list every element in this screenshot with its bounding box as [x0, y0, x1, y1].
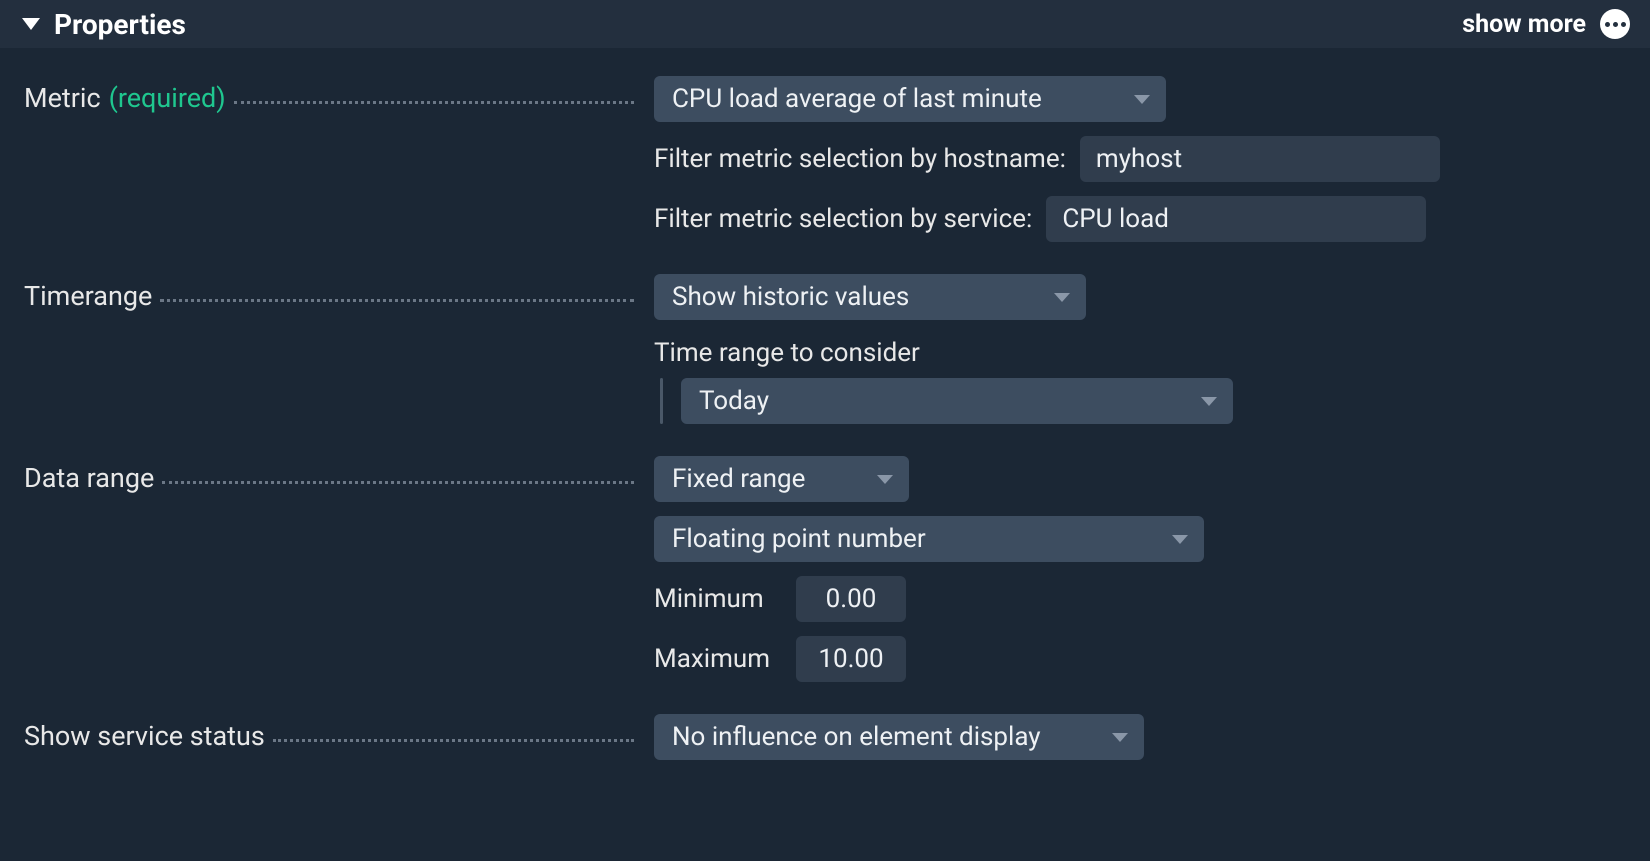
filter-hostname-input[interactable] — [1080, 136, 1440, 182]
value-cell-timerange: Show historic values Time range to consi… — [654, 274, 1626, 424]
timerange-select-value: Show historic values — [672, 282, 909, 312]
timerange-sub-select[interactable]: Today — [681, 378, 1233, 424]
filter-service-row: Filter metric selection by service: — [654, 196, 1626, 242]
status-select[interactable]: No influence on element display — [654, 714, 1144, 760]
datarange-max-label: Maximum — [654, 644, 782, 674]
datarange-select-mode[interactable]: Fixed range — [654, 456, 909, 502]
datarange-select-type-value: Floating point number — [672, 524, 926, 554]
collapse-icon[interactable] — [22, 18, 40, 30]
metric-required: (required) — [109, 82, 234, 114]
indent-bar — [660, 378, 663, 424]
timerange-sub-select-value: Today — [699, 386, 769, 416]
label-cell-status: Show service status — [24, 714, 654, 752]
dots-filler — [273, 739, 634, 742]
panel-body: Metric (required) CPU load average of la… — [0, 48, 1650, 780]
chevron-down-icon — [1201, 397, 1217, 406]
status-label: Show service status — [24, 720, 273, 752]
label-cell-metric: Metric (required) — [24, 76, 654, 114]
panel-header-left: Properties — [22, 8, 186, 41]
show-more-link[interactable]: show more — [1462, 10, 1586, 39]
filter-hostname-label: Filter metric selection by hostname: — [654, 144, 1066, 174]
timerange-sub-indent: Today — [654, 378, 1626, 424]
timerange-sub-label: Time range to consider — [654, 338, 1626, 368]
datarange-label: Data range — [24, 462, 162, 494]
timerange-select[interactable]: Show historic values — [654, 274, 1086, 320]
datarange-select-type[interactable]: Floating point number — [654, 516, 1204, 562]
metric-label: Metric — [24, 82, 109, 114]
dots-filler — [160, 299, 634, 302]
metric-select[interactable]: CPU load average of last minute — [654, 76, 1166, 122]
chevron-down-icon — [877, 475, 893, 484]
value-cell-datarange: Fixed range Floating point number Minimu… — [654, 456, 1626, 682]
row-datarange: Data range Fixed range Floating point nu… — [24, 456, 1626, 682]
row-timerange: Timerange Show historic values Time rang… — [24, 274, 1626, 424]
panel-title: Properties — [54, 8, 186, 41]
timerange-sub-block: Time range to consider Today — [654, 338, 1626, 424]
value-cell-status: No influence on element display — [654, 714, 1626, 760]
metric-select-value: CPU load average of last minute — [672, 84, 1042, 114]
label-cell-datarange: Data range — [24, 456, 654, 494]
panel-header: Properties show more — [0, 0, 1650, 48]
timerange-label: Timerange — [24, 280, 160, 312]
datarange-min-label: Minimum — [654, 584, 782, 614]
datarange-max-input[interactable] — [796, 636, 906, 682]
filter-service-input[interactable] — [1046, 196, 1426, 242]
filter-service-label: Filter metric selection by service: — [654, 204, 1032, 234]
more-icon[interactable] — [1600, 9, 1630, 39]
chevron-down-icon — [1172, 535, 1188, 544]
dots-filler — [234, 101, 634, 104]
datarange-max-row: Maximum — [654, 636, 1626, 682]
chevron-down-icon — [1134, 95, 1150, 104]
datarange-select-mode-value: Fixed range — [672, 464, 805, 494]
properties-panel: Properties show more Metric (required) C… — [0, 0, 1650, 780]
status-select-value: No influence on element display — [672, 722, 1041, 752]
datarange-min-input[interactable] — [796, 576, 906, 622]
filter-hostname-row: Filter metric selection by hostname: — [654, 136, 1626, 182]
chevron-down-icon — [1054, 293, 1070, 302]
chevron-down-icon — [1112, 733, 1128, 742]
label-cell-timerange: Timerange — [24, 274, 654, 312]
panel-header-right: show more — [1462, 9, 1630, 39]
value-cell-metric: CPU load average of last minute Filter m… — [654, 76, 1626, 242]
row-status: Show service status No influence on elem… — [24, 714, 1626, 760]
dots-filler — [162, 481, 634, 484]
datarange-min-row: Minimum — [654, 576, 1626, 622]
row-metric: Metric (required) CPU load average of la… — [24, 76, 1626, 242]
